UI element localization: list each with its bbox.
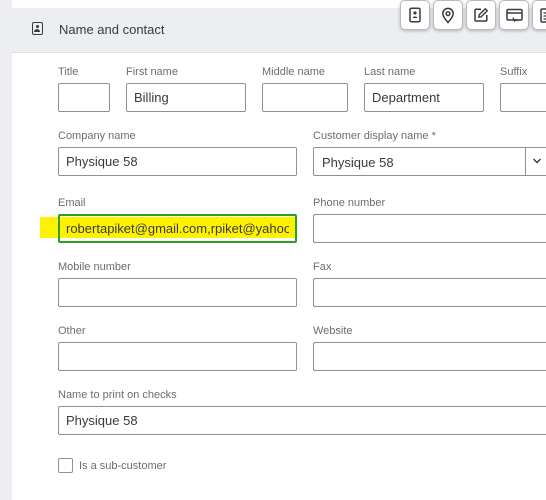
email-field[interactable] — [58, 214, 297, 243]
display-name-label: Customer display name * — [313, 130, 436, 142]
left-rail — [0, 0, 12, 500]
suffix-label: Suffix — [500, 66, 528, 78]
email-label: Email — [58, 197, 86, 209]
website-field[interactable] — [313, 342, 546, 371]
contact-card-icon[interactable] — [400, 0, 430, 30]
mobile-field[interactable] — [58, 278, 297, 307]
display-name-select[interactable]: Physique 58 — [313, 147, 546, 176]
select-divider — [525, 148, 526, 175]
website-label: Website — [313, 325, 353, 337]
print-name-label: Name to print on checks — [58, 389, 177, 401]
print-name-field[interactable] — [58, 406, 546, 435]
payments-icon[interactable] — [499, 0, 529, 30]
customer-form: Name and contact Title First name Billin… — [0, 0, 546, 500]
section-title: Name and contact — [59, 22, 165, 37]
fax-field[interactable] — [313, 278, 546, 307]
sub-customer-checkbox[interactable] — [58, 458, 73, 473]
other-label: Other — [58, 325, 86, 337]
company-name-field[interactable] — [58, 147, 297, 176]
company-name-label: Company name — [58, 130, 136, 142]
other-field[interactable] — [58, 342, 297, 371]
title-label: Title — [58, 66, 79, 78]
display-name-value: Physique 58 — [322, 155, 394, 170]
suffix-field[interactable] — [500, 83, 546, 112]
title-field[interactable] — [58, 83, 110, 112]
fax-label: Fax — [313, 261, 332, 273]
middle-name-label: Middle name — [262, 66, 325, 78]
first-name-field[interactable] — [126, 83, 246, 112]
phone-label: Phone number — [313, 197, 386, 209]
first-name-label: First name — [126, 66, 178, 78]
middle-name-field[interactable] — [262, 83, 348, 112]
phone-field[interactable] — [313, 214, 546, 243]
list-icon[interactable] — [532, 0, 546, 30]
mobile-label: Mobile number — [58, 261, 131, 273]
chevron-down-icon[interactable] — [532, 157, 542, 165]
last-name-field[interactable] — [364, 83, 484, 112]
sub-customer-label: Is a sub-customer — [79, 460, 167, 472]
location-pin-icon[interactable] — [433, 0, 463, 30]
last-name-label: Last name — [364, 66, 416, 78]
edit-note-icon[interactable] — [466, 0, 496, 30]
person-card-icon — [32, 22, 43, 35]
